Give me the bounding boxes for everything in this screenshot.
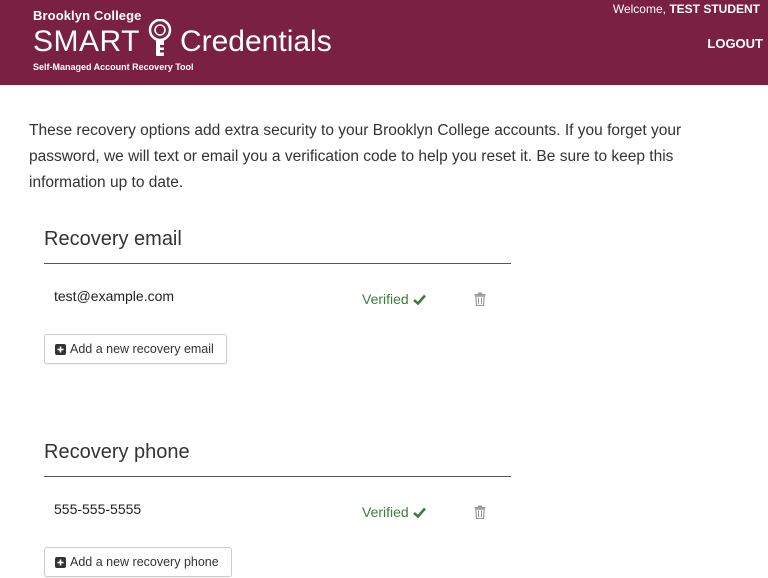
recovery-phone-heading: Recovery phone	[44, 441, 190, 463]
recovery-email-row: test@example.com Verified	[44, 264, 511, 328]
plus-square-icon	[55, 556, 66, 568]
check-icon	[412, 507, 426, 518]
key-icon	[148, 19, 172, 56]
recovery-phone-value: 555-555-5555	[54, 501, 142, 517]
brand-title: SMART Credentials	[33, 19, 332, 61]
recovery-phone-section: Recovery phone 555-555-5555 Verified Add…	[44, 440, 511, 577]
recovery-email-section: Recovery email test@example.com Verified…	[44, 227, 511, 364]
verified-status: Verified	[362, 291, 426, 307]
recovery-email-heading: Recovery email	[44, 228, 182, 250]
brand-smart-text: SMART	[33, 25, 140, 58]
plus-square-icon	[55, 343, 66, 355]
trash-icon[interactable]	[474, 292, 486, 306]
add-recovery-phone-button[interactable]: Add a new recovery phone	[44, 547, 232, 577]
check-icon	[412, 294, 426, 305]
trash-icon[interactable]	[474, 505, 486, 519]
verified-label: Verified	[362, 504, 409, 520]
add-recovery-email-label: Add a new recovery email	[70, 342, 214, 356]
recovery-email-value: test@example.com	[54, 288, 175, 304]
brand-credentials-text: Credentials	[179, 25, 332, 58]
welcome-message: Welcome, TEST STUDENT	[613, 2, 760, 16]
user-name: TEST STUDENT	[669, 2, 760, 16]
brand-subtitle: Self-Managed Account Recovery Tool	[33, 62, 194, 72]
verified-status: Verified	[362, 504, 426, 520]
add-recovery-email-button[interactable]: Add a new recovery email	[44, 334, 227, 364]
add-recovery-phone-label: Add a new recovery phone	[70, 555, 219, 569]
brand-college-name: Brooklyn College	[33, 8, 142, 23]
welcome-prefix: Welcome,	[612, 2, 666, 16]
brand-logo[interactable]: Brooklyn College SMART Credentials Self-…	[33, 9, 332, 73]
logout-link[interactable]: LOGOUT	[707, 36, 763, 51]
intro-text: These recovery options add extra securit…	[29, 122, 682, 191]
recovery-phone-row: 555-555-5555 Verified	[44, 477, 511, 541]
site-header: Brooklyn College SMART Credentials Self-…	[0, 0, 768, 85]
verified-label: Verified	[362, 291, 409, 307]
